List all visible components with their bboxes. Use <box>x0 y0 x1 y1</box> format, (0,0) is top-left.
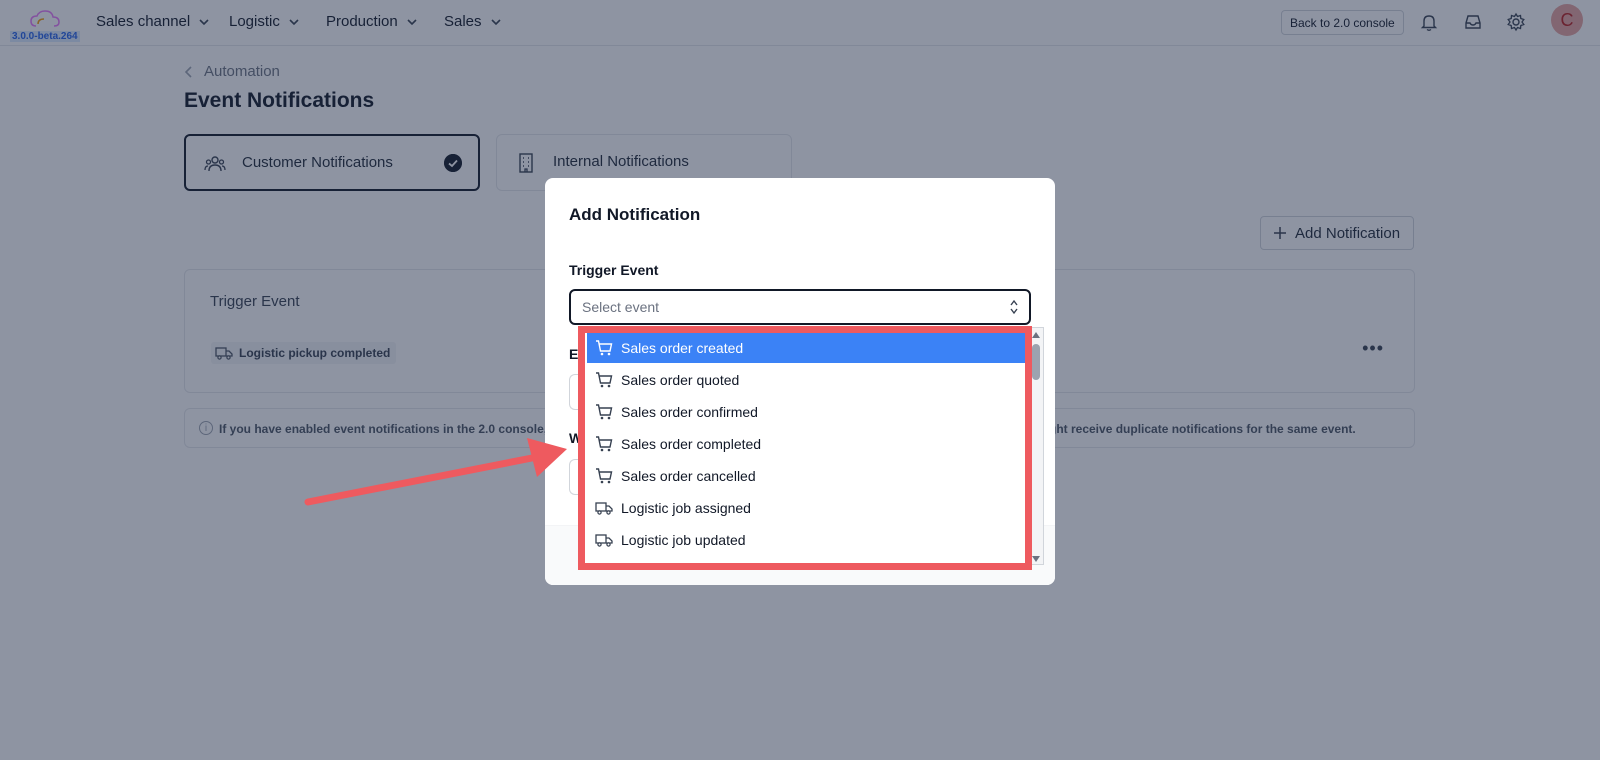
scroll-down-arrow-icon[interactable] <box>1032 556 1040 562</box>
annotation-highlight-box <box>578 326 1032 570</box>
scroll-thumb[interactable] <box>1032 344 1040 380</box>
trigger-event-select[interactable]: Select event <box>569 289 1031 325</box>
select-placeholder: Select event <box>582 299 660 315</box>
chevron-up-down-icon <box>1010 299 1018 315</box>
trigger-event-label: Trigger Event <box>569 262 659 278</box>
modal-title: Add Notification <box>569 205 701 224</box>
second-field-label: E <box>569 346 579 362</box>
scroll-up-arrow-icon[interactable] <box>1032 332 1040 338</box>
